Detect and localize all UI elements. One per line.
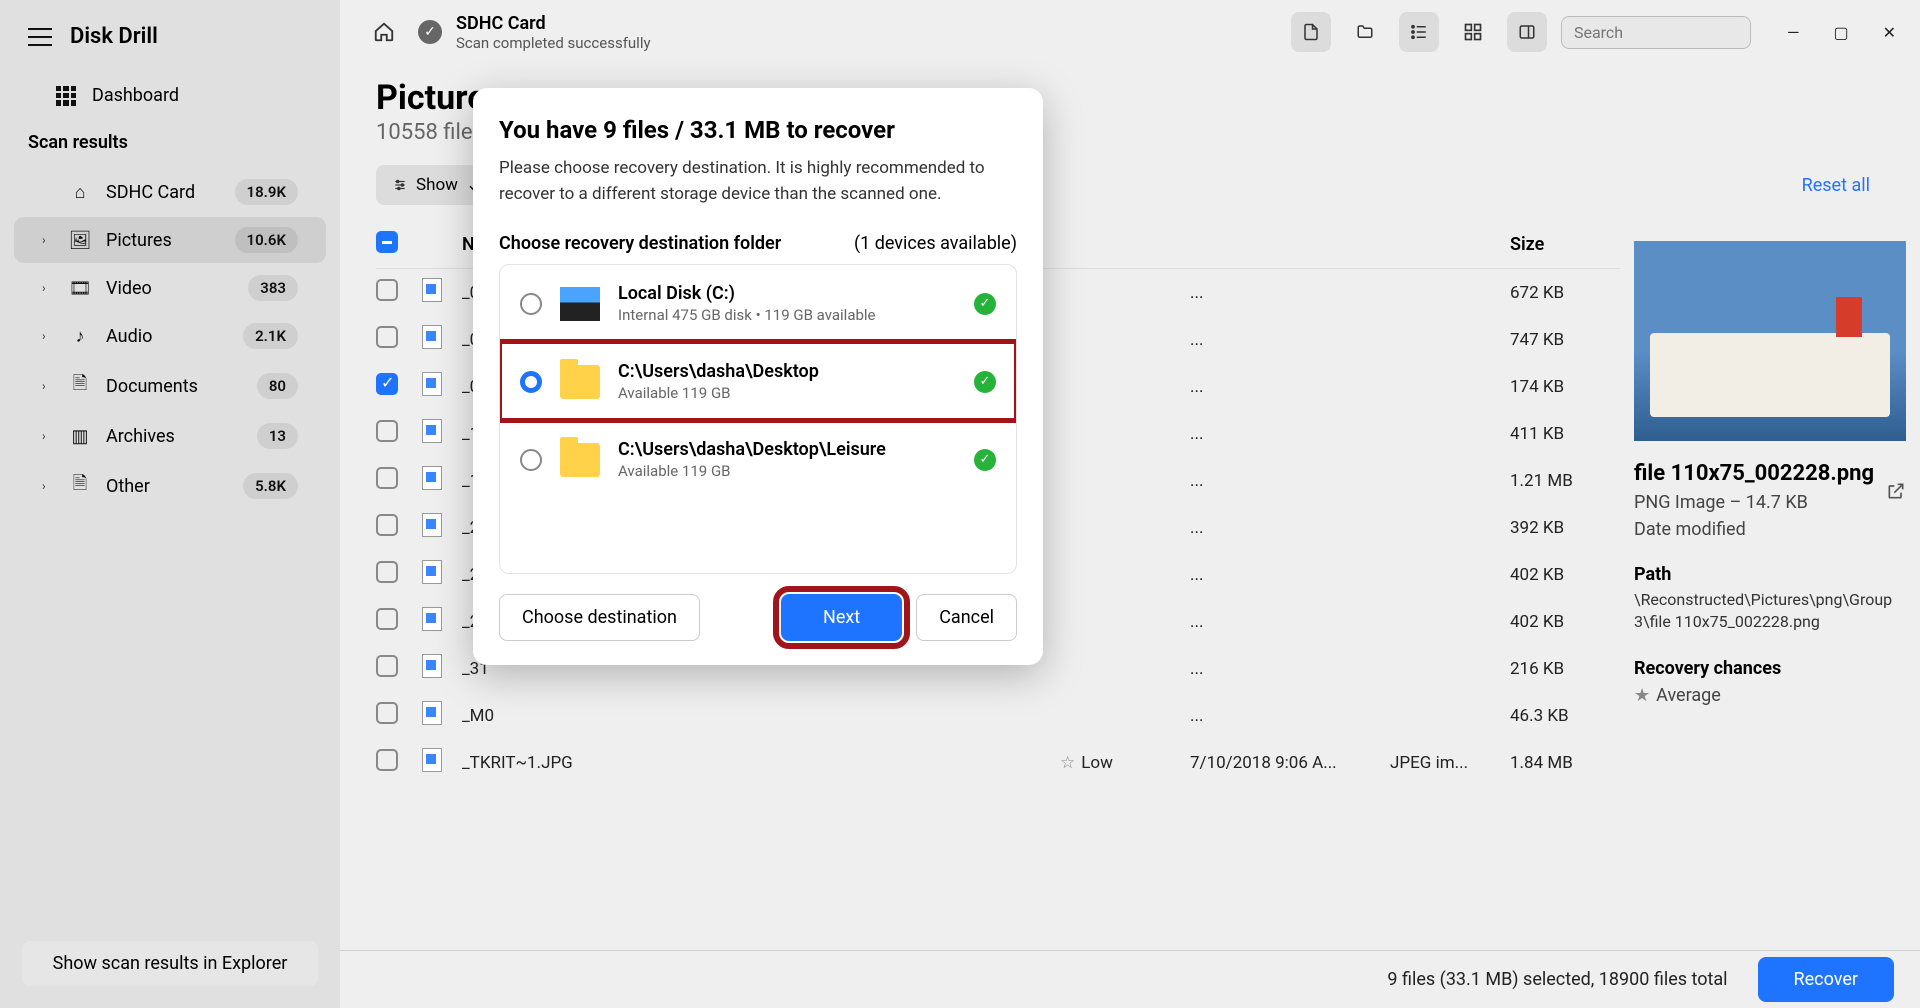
disk-icon <box>560 287 600 321</box>
recovery-modal: You have 9 files / 33.1 MB to recover Pl… <box>473 88 1043 665</box>
destination-detail: Available 119 GB <box>618 462 886 480</box>
check-ok-icon: ✓ <box>974 293 996 315</box>
destination-detail: Available 119 GB <box>618 384 819 402</box>
folder-icon <box>560 443 600 477</box>
destination-detail: Internal 475 GB disk • 119 GB available <box>618 306 876 324</box>
choose-folder-label: Choose recovery destination folder <box>499 233 781 254</box>
cancel-button[interactable]: Cancel <box>916 594 1017 641</box>
check-ok-icon: ✓ <box>974 449 996 471</box>
devices-available-label: (1 devices available) <box>854 233 1017 254</box>
destination-name: C:\Users\dasha\Desktop <box>618 361 819 382</box>
choose-destination-button[interactable]: Choose destination <box>499 594 700 641</box>
radio-button[interactable] <box>520 449 542 471</box>
modal-title: You have 9 files / 33.1 MB to recover <box>499 116 1017 144</box>
destination-option[interactable]: C:\Users\dasha\Desktop Available 119 GB ✓ <box>500 342 1016 420</box>
destination-name: C:\Users\dasha\Desktop\Leisure <box>618 439 886 460</box>
folder-icon <box>560 365 600 399</box>
modal-description: Please choose recovery destination. It i… <box>499 156 1017 207</box>
radio-button[interactable] <box>520 371 542 393</box>
destination-option[interactable]: C:\Users\dasha\Desktop\Leisure Available … <box>500 420 1016 498</box>
next-button[interactable]: Next <box>781 594 902 641</box>
destination-option[interactable]: Local Disk (C:) Internal 475 GB disk • 11… <box>500 265 1016 342</box>
radio-button[interactable] <box>520 293 542 315</box>
check-ok-icon: ✓ <box>974 371 996 393</box>
destination-name: Local Disk (C:) <box>618 283 876 304</box>
